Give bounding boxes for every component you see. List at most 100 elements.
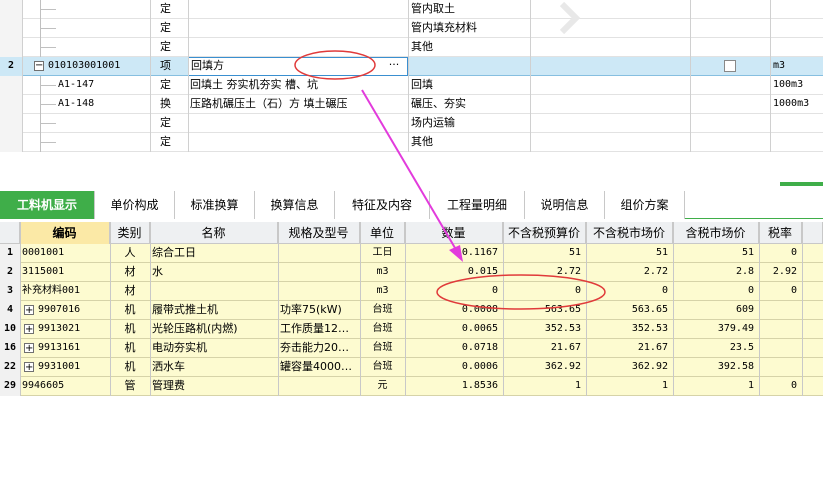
- expand-icon[interactable]: +: [24, 324, 34, 335]
- cell-tax-market[interactable]: 2.8: [675, 263, 757, 282]
- cell-tax-market[interactable]: 1: [675, 377, 757, 396]
- cell-market[interactable]: 563.65: [588, 301, 671, 320]
- cell-cat[interactable]: 机: [112, 301, 148, 320]
- cell-unit[interactable]: m3: [362, 282, 403, 301]
- cell-market[interactable]: 2.72: [588, 263, 671, 282]
- cell-rate[interactable]: 0: [761, 244, 800, 263]
- cell-spec[interactable]: [280, 282, 358, 301]
- cell-name[interactable]: 光轮压路机(内燃): [152, 320, 276, 339]
- cell-cat[interactable]: 人: [112, 244, 148, 263]
- checkbox[interactable]: [724, 60, 736, 72]
- cell-budget[interactable]: 21.67: [505, 339, 584, 358]
- cell-cat[interactable]: 机: [112, 320, 148, 339]
- column-header-2[interactable]: 名称: [150, 222, 278, 244]
- tab-1[interactable]: 单价构成: [95, 191, 175, 219]
- column-header-7[interactable]: 不含税市场价: [586, 222, 673, 244]
- column-header-1[interactable]: 类别: [110, 222, 150, 244]
- cell-qty[interactable]: 0.0008: [407, 301, 501, 320]
- cell-qty[interactable]: 0: [407, 282, 501, 301]
- cell-tax-market[interactable]: 23.5: [675, 339, 757, 358]
- top-row-name[interactable]: 压路机碾压土（石）方 填土碾压: [190, 95, 380, 114]
- cell-name[interactable]: 综合工日: [152, 244, 276, 263]
- cell-spec[interactable]: 夯击能力20…: [280, 339, 358, 358]
- cell-code[interactable]: 3115001: [22, 263, 108, 282]
- cell-spec[interactable]: 罐容量4000…: [280, 358, 358, 377]
- expand-icon[interactable]: +: [24, 362, 34, 373]
- cell-unit[interactable]: 台班: [362, 358, 403, 377]
- cell-code[interactable]: 补充材料001: [22, 282, 108, 301]
- cell-qty[interactable]: 0.0006: [407, 358, 501, 377]
- cell-qty[interactable]: 1.8536: [407, 377, 501, 396]
- cell-cat[interactable]: 机: [112, 358, 148, 377]
- cell-budget[interactable]: 51: [505, 244, 584, 263]
- cell-rate[interactable]: 0: [761, 282, 800, 301]
- cell-tax-market[interactable]: 51: [675, 244, 757, 263]
- cell-tax-market[interactable]: 0: [675, 282, 757, 301]
- cell-name[interactable]: 履带式推土机: [152, 301, 276, 320]
- splitter[interactable]: [0, 182, 823, 189]
- column-header-9[interactable]: 税率: [759, 222, 802, 244]
- column-header-3[interactable]: 规格及型号: [278, 222, 360, 244]
- cell-unit[interactable]: 台班: [362, 339, 403, 358]
- cell-market[interactable]: 1: [588, 377, 671, 396]
- cell-rate[interactable]: 0: [761, 377, 800, 396]
- cell-code[interactable]: 9913021: [38, 320, 108, 339]
- cell-tax-market[interactable]: 609: [675, 301, 757, 320]
- tab-7[interactable]: 组价方案: [605, 191, 685, 219]
- top-row-name[interactable]: 回填方: [191, 57, 371, 76]
- cell-unit[interactable]: 元: [362, 377, 403, 396]
- cell-rate[interactable]: 2.92: [761, 263, 800, 282]
- tab-2[interactable]: 标准换算: [175, 191, 255, 219]
- cell-code[interactable]: 9913161: [38, 339, 108, 358]
- column-header-0[interactable]: 编码: [20, 222, 110, 244]
- cell-spec[interactable]: 功率75(kW): [280, 301, 358, 320]
- cell-market[interactable]: 0: [588, 282, 671, 301]
- tab-4[interactable]: 特征及内容: [335, 191, 430, 219]
- cell-name[interactable]: 管理费: [152, 377, 276, 396]
- cell-name[interactable]: [152, 282, 276, 301]
- column-header-4[interactable]: 单位: [360, 222, 405, 244]
- cell-tax-market[interactable]: 379.49: [675, 320, 757, 339]
- cell-qty[interactable]: 0.1167: [407, 244, 501, 263]
- cell-rate[interactable]: [761, 339, 800, 358]
- cell-rate[interactable]: [761, 320, 800, 339]
- cell-unit[interactable]: 台班: [362, 320, 403, 339]
- cell-spec[interactable]: 工作质量12…: [280, 320, 358, 339]
- column-header-8[interactable]: 含税市场价: [673, 222, 759, 244]
- cell-market[interactable]: 21.67: [588, 339, 671, 358]
- top-row-name[interactable]: [190, 38, 380, 57]
- cell-code[interactable]: 9946605: [22, 377, 108, 396]
- top-row-name[interactable]: [190, 0, 380, 19]
- cell-market[interactable]: 362.92: [588, 358, 671, 377]
- top-row-name[interactable]: [190, 133, 380, 152]
- cell-cat[interactable]: 材: [112, 263, 148, 282]
- cell-spec[interactable]: [280, 377, 358, 396]
- cell-tax-market[interactable]: 392.58: [675, 358, 757, 377]
- top-row-name[interactable]: 回填土 夯实机夯实 槽、坑: [190, 76, 380, 95]
- cell-name[interactable]: 水: [152, 263, 276, 282]
- cell-unit[interactable]: m3: [362, 263, 403, 282]
- tab-5[interactable]: 工程量明细: [430, 191, 525, 219]
- cell-cat[interactable]: 管: [112, 377, 148, 396]
- collapse-icon[interactable]: −: [34, 61, 44, 71]
- column-header-5[interactable]: 数量: [405, 222, 503, 244]
- cell-budget[interactable]: 0: [505, 282, 584, 301]
- cell-rate[interactable]: [761, 358, 800, 377]
- cell-budget[interactable]: 2.72: [505, 263, 584, 282]
- cell-name[interactable]: 电动夯实机: [152, 339, 276, 358]
- cell-qty[interactable]: 0.0718: [407, 339, 501, 358]
- cell-market[interactable]: 51: [588, 244, 671, 263]
- cell-spec[interactable]: [280, 244, 358, 263]
- top-row-name[interactable]: [190, 19, 380, 38]
- ellipsis-button[interactable]: ···: [386, 57, 402, 76]
- cell-qty[interactable]: 0.0065: [407, 320, 501, 339]
- cell-code[interactable]: 0001001: [22, 244, 108, 263]
- tab-6[interactable]: 说明信息: [525, 191, 605, 219]
- cell-unit[interactable]: 台班: [362, 301, 403, 320]
- cell-code[interactable]: 9907016: [38, 301, 108, 320]
- cell-cat[interactable]: 机: [112, 339, 148, 358]
- expand-icon[interactable]: +: [24, 343, 34, 354]
- cell-qty[interactable]: 0.015: [407, 263, 501, 282]
- cell-unit[interactable]: 工日: [362, 244, 403, 263]
- tab-3[interactable]: 换算信息: [255, 191, 335, 219]
